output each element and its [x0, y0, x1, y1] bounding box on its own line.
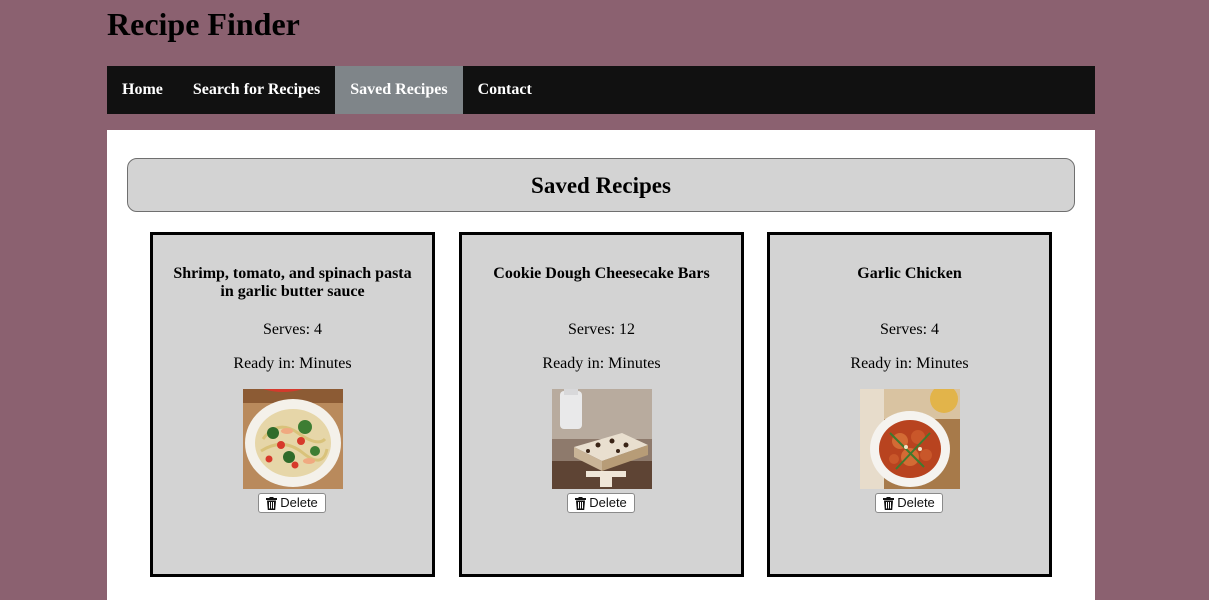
recipe-ready-time: Ready in: Minutes	[850, 355, 969, 372]
nav-home[interactable]: Home	[107, 66, 178, 114]
recipe-ready-time: Ready in: Minutes	[233, 355, 352, 372]
main-nav: Home Search for Recipes Saved Recipes Co…	[107, 66, 1095, 114]
delete-button[interactable]: Delete	[258, 493, 326, 513]
delete-label: Delete	[897, 495, 935, 510]
cheesecake-photo	[552, 389, 652, 489]
delete-button[interactable]: Delete	[567, 493, 635, 513]
site-title: Recipe Finder	[107, 6, 300, 42]
trash-icon	[575, 496, 587, 510]
recipe-title: Garlic Chicken	[857, 265, 962, 282]
trash-icon	[266, 496, 278, 510]
recipe-card: Garlic Chicken Serves: 4 Ready in: Minut…	[767, 232, 1052, 577]
content-panel: Saved Recipes Shrimp, tomato, and spinac…	[107, 130, 1095, 600]
pasta-photo	[243, 389, 343, 489]
delete-button[interactable]: Delete	[875, 493, 943, 513]
recipe-serves: Serves: 4	[262, 321, 323, 338]
recipe-serves: Serves: 4	[879, 321, 940, 338]
recipe-title: Shrimp, tomato, and spinach pasta in gar…	[173, 265, 412, 300]
recipe-title: Cookie Dough Cheesecake Bars	[493, 265, 710, 282]
delete-label: Delete	[589, 495, 627, 510]
trash-icon	[883, 496, 895, 510]
nav-contact[interactable]: Contact	[463, 66, 547, 114]
saved-recipes-heading: Saved Recipes	[127, 158, 1075, 212]
chicken-stew-photo	[860, 389, 960, 489]
nav-search-recipes[interactable]: Search for Recipes	[178, 66, 335, 114]
recipe-card: Cookie Dough Cheesecake Bars Serves: 12 …	[459, 232, 744, 577]
recipe-card: Shrimp, tomato, and spinach pasta in gar…	[150, 232, 435, 577]
nav-saved-recipes[interactable]: Saved Recipes	[335, 66, 463, 114]
recipe-serves: Serves: 12	[567, 321, 636, 338]
recipe-ready-time: Ready in: Minutes	[542, 355, 661, 372]
delete-label: Delete	[280, 495, 318, 510]
